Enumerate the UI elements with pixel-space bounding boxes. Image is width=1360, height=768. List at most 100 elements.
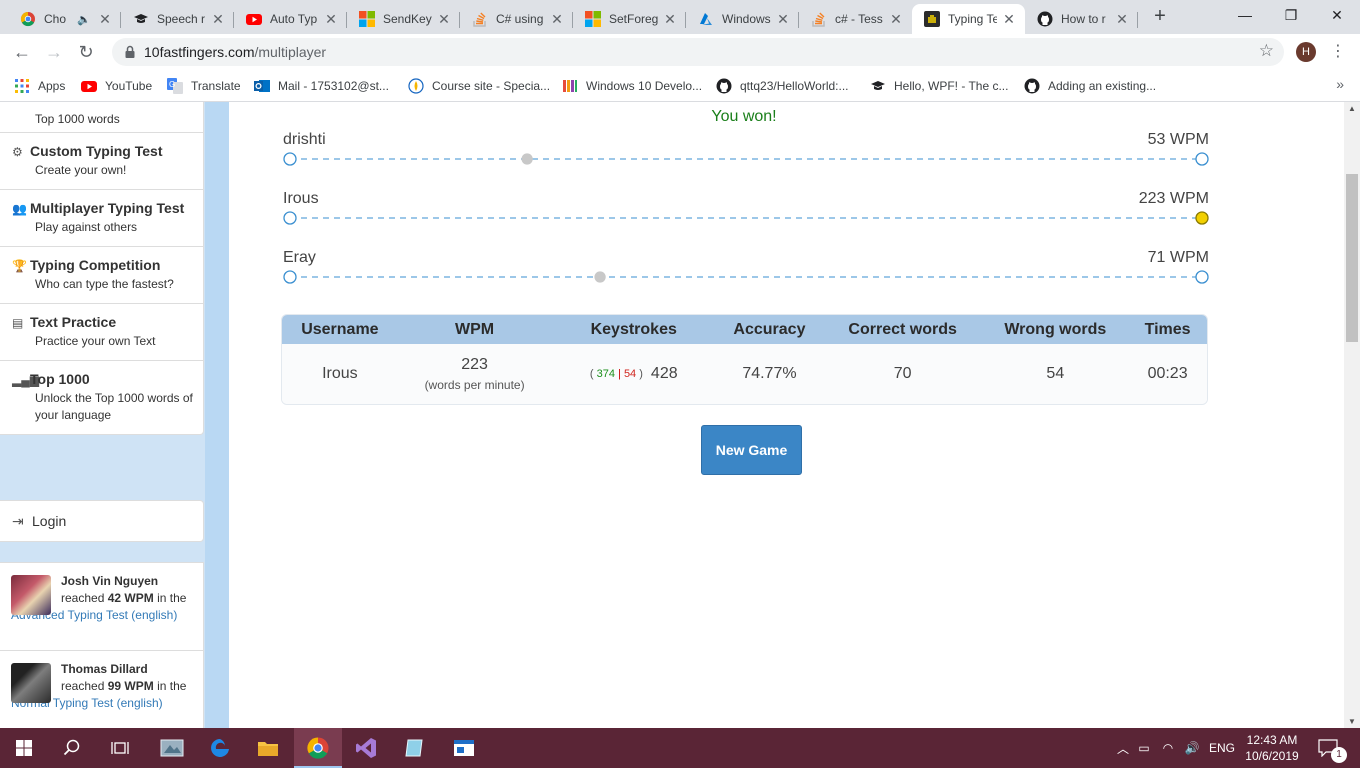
visual-studio-icon[interactable]	[342, 728, 390, 768]
close-tab-icon[interactable]: ✕	[1001, 11, 1017, 28]
tab-title: SendKeys	[383, 12, 432, 26]
tab[interactable]: SendKeys ✕	[347, 4, 460, 34]
bookmark-translate[interactable]: G Translate	[167, 76, 241, 96]
scrollbar-thumb[interactable]	[1346, 174, 1358, 342]
tab[interactable]: How to r ✕	[1025, 4, 1138, 34]
close-tab-icon[interactable]: ✕	[97, 11, 113, 28]
tab-title: c# - Tess	[835, 12, 883, 26]
reload-button[interactable]: ↻	[74, 40, 98, 64]
scroll-down-icon[interactable]: ▼	[1344, 717, 1360, 726]
bookmark-label: Translate	[191, 79, 241, 93]
bookmark-apps[interactable]: Apps	[14, 76, 65, 96]
nav-title: Custom Typing Test	[30, 143, 163, 159]
new-tab-button[interactable]: +	[1148, 4, 1172, 30]
browser-menu-icon[interactable]: ⋮	[1330, 40, 1346, 64]
back-button[interactable]: ←	[10, 40, 34, 64]
tab[interactable]: Windows ✕	[686, 4, 799, 34]
chrome-icon[interactable]	[294, 728, 342, 768]
close-tab-icon[interactable]: ✕	[436, 11, 452, 28]
tab[interactable]: SetForeg ✕	[573, 4, 686, 34]
close-tab-icon[interactable]: ✕	[775, 11, 791, 28]
bookmark-mail[interactable]: Mail - 1753102@st...	[254, 76, 389, 96]
new-game-button[interactable]: New Game	[701, 425, 802, 475]
battery-icon[interactable]: ▭	[1132, 741, 1156, 755]
nav-item-competition[interactable]: 🏆 Typing Competition Who can type the fas…	[0, 247, 203, 304]
close-tab-icon[interactable]: ✕	[323, 11, 339, 28]
feed-in-the: in the	[157, 679, 187, 693]
page-scrollbar[interactable]: ▲ ▼	[1344, 102, 1360, 728]
search-icon[interactable]	[48, 728, 96, 768]
bookmark-label: qttq23/HelloWorld:...	[740, 79, 849, 93]
race-status: You won!	[711, 108, 777, 125]
feed-in-the: in the	[157, 591, 187, 605]
minimize-button[interactable]: —	[1222, 0, 1268, 30]
nav-item-text-practice[interactable]: ▤ Text Practice Practice your own Text	[0, 304, 203, 361]
bookmark-adding-existing[interactable]: Adding an existing...	[1024, 76, 1156, 96]
cell-username: Irous	[322, 365, 358, 382]
tab-active[interactable]: Typing Te ✕	[912, 4, 1025, 34]
chevron-up-icon[interactable]: ︿	[1114, 740, 1132, 757]
lock-icon	[122, 44, 138, 60]
tab[interactable]: Cho 🔈 ✕	[8, 4, 121, 34]
feed-user-name[interactable]: Josh Vin Nguyen	[61, 574, 158, 588]
tab[interactable]: Speech r ✕	[121, 4, 234, 34]
youtube-icon	[81, 78, 97, 94]
nav-subtitle: Practice your own Text	[35, 334, 156, 348]
arrow-right-icon: →	[45, 42, 63, 62]
volume-icon[interactable]: 🔊	[1180, 741, 1204, 755]
nav-item-top-1000[interactable]: ▂▄▆Top 1000 Unlock the Top 1000 words of…	[0, 361, 203, 434]
window-app-icon[interactable]	[440, 728, 488, 768]
app-icon[interactable]	[390, 728, 438, 768]
bookmark-star-icon[interactable]: ☆	[1259, 41, 1274, 61]
notification-badge: 1	[1331, 747, 1347, 763]
edge-icon[interactable]	[196, 728, 244, 768]
speaker-icon[interactable]: 🔈	[77, 13, 91, 26]
close-tab-icon[interactable]: ✕	[1114, 11, 1130, 28]
nav-item-custom-typing-test[interactable]: ⚙ Custom Typing Test Create your own!	[0, 133, 203, 190]
login-link[interactable]: ⇥ Login	[0, 500, 204, 542]
user-avatar[interactable]	[11, 663, 51, 703]
forward-button[interactable]: →	[42, 40, 66, 64]
tab[interactable]: Auto Typ ✕	[234, 4, 347, 34]
bookmark-youtube[interactable]: YouTube	[81, 76, 152, 96]
col-header-time: Times	[1144, 320, 1191, 338]
bookmark-course-site[interactable]: Course site - Specia...	[408, 76, 550, 96]
notification-center-icon[interactable]: 1	[1304, 728, 1352, 768]
tab-title: SetForeg	[609, 12, 658, 26]
windows-start-icon[interactable]	[0, 728, 48, 768]
restore-button[interactable]: ❐	[1268, 0, 1314, 30]
close-tab-icon[interactable]: ✕	[662, 11, 678, 28]
feed-user-name[interactable]: Thomas Dillard	[61, 662, 148, 676]
race-start-marker	[283, 270, 297, 284]
user-avatar[interactable]	[11, 575, 51, 615]
tab[interactable]: c# - Tess ✕	[799, 4, 912, 34]
close-tab-icon[interactable]: ✕	[549, 11, 565, 28]
col-header-wpm: WPM	[455, 320, 495, 338]
task-view-icon[interactable]	[96, 728, 144, 768]
tab[interactable]: C# using ✕	[460, 4, 573, 34]
taskbar-clock[interactable]: 12:43 AM 10/6/2019	[1244, 732, 1300, 764]
sidebar-nav: Top 1000 words ⚙ Custom Typing Test Creat…	[0, 102, 204, 435]
wifi-icon[interactable]: ◠	[1156, 741, 1180, 755]
scroll-up-icon[interactable]: ▲	[1344, 104, 1360, 113]
profile-avatar[interactable]: H	[1296, 42, 1316, 62]
bookmark-windows-dev[interactable]: Windows 10 Develo...	[562, 76, 702, 96]
close-tab-icon[interactable]: ✕	[210, 11, 226, 28]
results-table: Username WPM Keystrokes Accuracy Correct…	[281, 314, 1208, 405]
file-explorer-icon[interactable]	[244, 728, 292, 768]
bookmark-hello-wpf[interactable]: Hello, WPF! - The c...	[870, 76, 1008, 96]
bookmark-helloworld[interactable]: qttq23/HelloWorld:...	[716, 76, 849, 96]
nav-title: Typing Competition	[30, 257, 161, 273]
users-icon: 👥	[12, 202, 27, 216]
feed-reached: reached	[61, 591, 105, 605]
tab-title: Auto Typ	[270, 12, 318, 26]
close-window-button[interactable]: ✕	[1314, 0, 1360, 30]
nav-item-advanced[interactable]: Top 1000 words	[0, 102, 203, 133]
close-tab-icon[interactable]: ✕	[888, 11, 904, 28]
language-indicator[interactable]: ENG	[1204, 741, 1240, 755]
snipping-tool-icon[interactable]	[148, 728, 196, 768]
address-bar[interactable]: 10fastfingers.com/multiplayer ☆	[112, 38, 1284, 66]
nav-item-multiplayer[interactable]: 👥 Multiplayer Typing Test Play against ot…	[0, 190, 203, 247]
tab-title: Typing Te	[948, 12, 997, 26]
bookmarks-overflow-icon[interactable]: »	[1336, 76, 1344, 92]
